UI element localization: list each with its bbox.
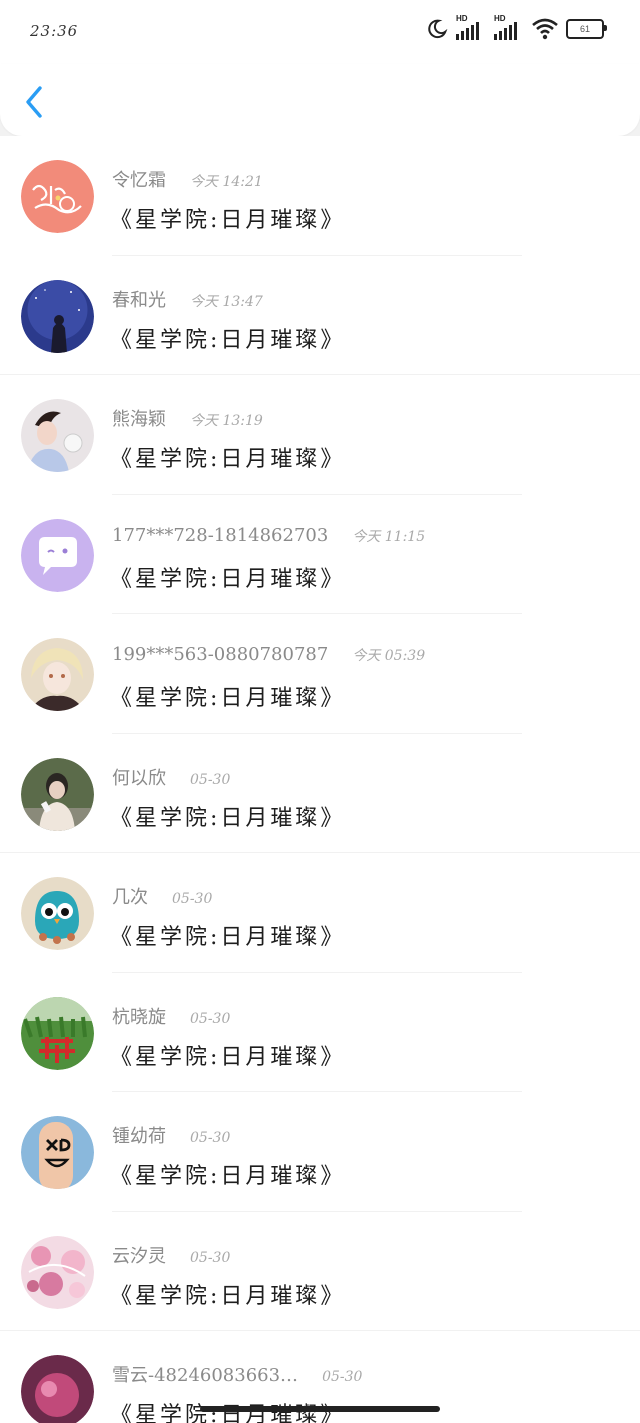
message-time: 今天 11:15 — [352, 528, 426, 545]
list-item[interactable]: 熊海颖 今天 13:19 《星学院:日月璀璨》 — [0, 375, 640, 495]
message-meta: 令忆霜 今天 14:21 — [112, 166, 263, 192]
message-meta: 几次 05-30 — [112, 883, 212, 909]
message-time: 05-30 — [172, 891, 213, 907]
message-time: 05-30 — [190, 1249, 231, 1266]
sender-name: 杭晓旋 — [112, 1006, 166, 1028]
sender-name: 令忆霜 — [112, 170, 166, 191]
sender-name: 熊海颖 — [112, 409, 166, 430]
message-preview: 《星学院:日月璀璨》 — [110, 208, 346, 233]
message-meta: 177***728-1814862703 今天 11:15 — [112, 525, 425, 546]
status-bar: 23:36 HD HD 61 — [0, 0, 640, 64]
list-item[interactable]: 199***563-0880780787 今天 05:39 《星学院:日月璀璨》 — [0, 614, 640, 734]
avatar — [21, 518, 94, 592]
sender-name: 锺幼荷 — [112, 1126, 166, 1147]
message-time: 05-30 — [322, 1369, 363, 1385]
hd-label-2: HD — [494, 14, 506, 23]
sender-name: 177***728-1814862703 — [112, 524, 329, 546]
avatar — [21, 399, 94, 472]
home-indicator[interactable] — [200, 1406, 440, 1412]
message-preview: 《星学院:日月璀璨》 — [110, 566, 346, 592]
message-meta: 199***563-0880780787 今天 05:39 — [112, 644, 425, 665]
message-preview: 《星学院:日月璀璨》 — [110, 925, 346, 950]
message-meta: 熊海颖 今天 13:19 — [112, 405, 263, 431]
message-preview: 《星学院:日月璀璨》 — [110, 447, 346, 472]
message-time: 今天 05:39 — [352, 648, 426, 664]
avatar — [21, 877, 94, 950]
list-item[interactable]: 云汐灵 05-30 《星学院:日月璀璨》 — [0, 1212, 640, 1331]
message-time: 今天 13:47 — [190, 293, 263, 310]
message-preview: 《星学院:日月璀璨》 — [110, 1283, 346, 1309]
avatar — [21, 1116, 94, 1189]
sender-name: 雪云-48246083663… — [112, 1365, 299, 1386]
hd-label-1: HD — [456, 14, 468, 23]
message-time: 05-30 — [190, 1010, 231, 1027]
avatar — [21, 757, 94, 831]
message-preview: 《星学院:日月璀璨》 — [110, 1044, 346, 1070]
sender-name: 几次 — [112, 887, 148, 908]
message-list: 令忆霜 今天 14:21 《星学院:日月璀璨》 春和光 今天 13:47 《星学… — [0, 136, 640, 1423]
message-preview: 《星学院:日月璀璨》 — [110, 686, 346, 711]
message-meta: 云汐灵 05-30 — [112, 1242, 230, 1268]
battery-icon: 61 — [566, 19, 607, 39]
message-time: 05-30 — [190, 771, 231, 788]
avatar — [21, 996, 94, 1070]
list-item[interactable]: 锺幼荷 05-30 《星学院:日月璀璨》 — [0, 1092, 640, 1212]
list-item[interactable]: 令忆霜 今天 14:21 《星学院:日月璀璨》 — [0, 136, 640, 256]
list-item[interactable]: 何以欣 05-30 《星学院:日月璀璨》 — [0, 734, 640, 853]
message-time: 今天 14:21 — [190, 174, 263, 190]
message-meta: 杭晓旋 05-30 — [112, 1003, 230, 1029]
battery-level: 61 — [579, 24, 590, 34]
avatar — [21, 1235, 94, 1309]
do-not-disturb-moon-icon — [428, 19, 448, 39]
avatar — [21, 1355, 94, 1423]
nav-header — [0, 64, 640, 136]
sender-name: 春和光 — [112, 289, 166, 311]
sender-name: 云汐灵 — [112, 1245, 166, 1267]
message-preview: 《星学院:日月璀璨》 — [110, 1164, 346, 1189]
back-chevron-icon[interactable] — [22, 84, 46, 120]
avatar — [21, 638, 94, 711]
message-meta: 锺幼荷 05-30 — [112, 1122, 230, 1148]
status-icons: HD HD 61 — [426, 14, 607, 40]
list-item[interactable]: 春和光 今天 13:47 《星学院:日月璀璨》 — [0, 256, 640, 375]
message-meta: 雪云-48246083663… 05-30 — [112, 1361, 362, 1387]
list-item[interactable]: 177***728-1814862703 今天 11:15 《星学院:日月璀璨》 — [0, 495, 640, 614]
list-item[interactable]: 几次 05-30 《星学院:日月璀璨》 — [0, 853, 640, 973]
message-meta: 何以欣 05-30 — [112, 764, 230, 790]
message-preview: 《星学院:日月璀璨》 — [110, 327, 346, 353]
avatar — [21, 279, 94, 353]
message-time: 今天 13:19 — [190, 413, 263, 429]
sender-name: 199***563-0880780787 — [112, 644, 329, 665]
sender-name: 何以欣 — [112, 767, 166, 789]
message-meta: 春和光 今天 13:47 — [112, 286, 263, 312]
wifi-icon — [532, 18, 558, 40]
cellular-signal-1-icon: HD — [456, 14, 486, 40]
cellular-signal-2-icon: HD — [494, 14, 524, 40]
list-item[interactable]: 杭晓旋 05-30 《星学院:日月璀璨》 — [0, 973, 640, 1092]
message-time: 05-30 — [190, 1130, 231, 1146]
status-time: 23:36 — [30, 22, 79, 40]
avatar — [21, 160, 94, 233]
message-preview: 《星学院:日月璀璨》 — [110, 805, 346, 831]
